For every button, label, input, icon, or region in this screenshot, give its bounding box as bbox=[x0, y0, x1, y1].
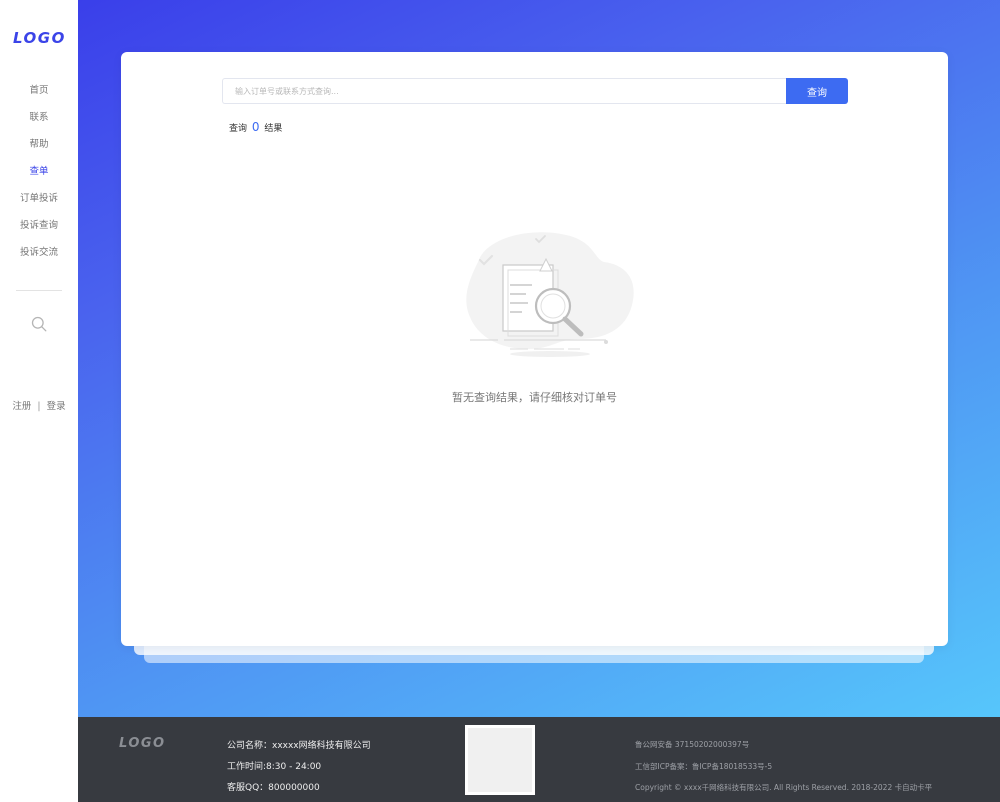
result-prefix: 查询 bbox=[229, 124, 248, 134]
order-search-input[interactable] bbox=[222, 78, 786, 104]
query-button[interactable]: 查询 bbox=[786, 78, 848, 104]
empty-result-icon bbox=[466, 232, 634, 357]
footer-records: 鲁公网安备 37150202000397号 工信部ICP备案：鲁ICP备1801… bbox=[635, 734, 932, 799]
auth-links: 注册 | 登录 bbox=[0, 398, 78, 412]
working-hours: 工作时间:8:30 - 24:00 bbox=[227, 762, 322, 772]
nav-item-order-complaint[interactable]: 订单投诉 bbox=[0, 190, 78, 217]
police-record[interactable]: 鲁公网安备 37150202000397号 bbox=[635, 734, 932, 756]
search-icon[interactable] bbox=[31, 316, 47, 332]
icp-record[interactable]: 工信部ICP备案：鲁ICP备18018533号-5 bbox=[635, 756, 932, 778]
empty-result-text: 暂无查询结果，请仔细核对订单号 bbox=[452, 391, 617, 404]
nav-item-complaint-forum[interactable]: 投诉交流 bbox=[0, 244, 78, 271]
result-number: 0 bbox=[251, 120, 260, 134]
service-qq: 客服QQ：800000000 bbox=[227, 783, 320, 793]
footer: LOGO 公司名称：xxxxx网络科技有限公司 工作时间:8:30 - 24:0… bbox=[78, 717, 1000, 802]
sidebar-divider bbox=[16, 290, 62, 291]
nav-item-home[interactable]: 首页 bbox=[0, 82, 78, 109]
login-link[interactable]: 登录 bbox=[47, 401, 66, 412]
nav-item-complaint-query[interactable]: 投诉查询 bbox=[0, 217, 78, 244]
sidebar-nav: 首页 联系 帮助 查单 订单投诉 投诉查询 投诉交流 bbox=[0, 82, 78, 271]
auth-divider: | bbox=[37, 401, 41, 412]
nav-item-contact[interactable]: 联系 bbox=[0, 109, 78, 136]
logo[interactable]: LOGO bbox=[13, 29, 66, 47]
result-count: 查询 0 结果 bbox=[229, 120, 282, 134]
company-name: 公司名称：xxxxx网络科技有限公司 bbox=[227, 741, 371, 751]
sidebar: LOGO 首页 联系 帮助 查单 订单投诉 投诉查询 投诉交流 注册 | 登录 bbox=[0, 0, 78, 802]
result-suffix: 结果 bbox=[264, 124, 283, 134]
nav-item-help[interactable]: 帮助 bbox=[0, 136, 78, 163]
search-bar: 查询 bbox=[222, 78, 848, 104]
main-area: 查询 查询 0 结果 bbox=[78, 0, 1000, 717]
query-card: 查询 查询 0 结果 bbox=[121, 52, 948, 646]
footer-logo: LOGO bbox=[119, 736, 166, 751]
copyright: Copyright © xxxx千网络科技有限公司. All Rights Re… bbox=[635, 783, 933, 792]
nav-item-order-query[interactable]: 查单 bbox=[0, 163, 78, 190]
footer-contact-info: 公司名称：xxxxx网络科技有限公司 工作时间:8:30 - 24:00 客服Q… bbox=[227, 736, 371, 799]
register-link[interactable]: 注册 bbox=[12, 401, 31, 412]
qr-code-image bbox=[465, 725, 535, 795]
